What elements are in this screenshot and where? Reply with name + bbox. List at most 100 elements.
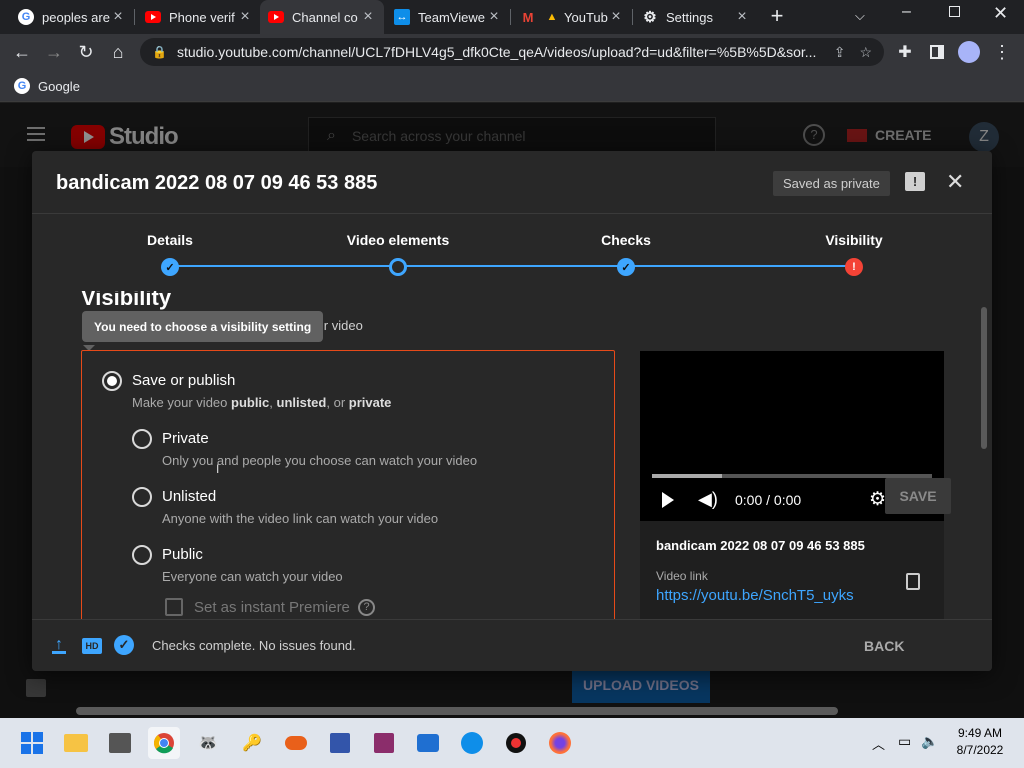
bookmark-google[interactable]: G Google — [14, 78, 80, 94]
restore-icon[interactable] — [949, 6, 960, 17]
firefox-icon[interactable] — [544, 727, 576, 759]
windows-taskbar: 🦝 🔑 ︿ ▭ 🔈 9:49 AM 8/7/2022 — [0, 718, 1024, 768]
feedback-alert-icon[interactable]: ! — [905, 172, 925, 191]
share-icon[interactable]: ⇪ — [834, 44, 846, 61]
video-link[interactable]: https://youtu.be/SnchT5_uyks — [656, 587, 854, 604]
gear-icon: ⚙ — [643, 9, 657, 26]
close-window-icon[interactable]: ✕ — [993, 3, 1008, 24]
browser-tab[interactable]: ⚙ Settings × — [634, 0, 758, 34]
help-icon[interactable]: ? — [358, 599, 375, 616]
step-details-label[interactable]: Details — [147, 232, 193, 248]
upload-stepper: Details Video elements Checks Visibility… — [32, 213, 992, 283]
unlisted-label: Unlisted — [162, 488, 217, 505]
error-icon[interactable]: ! — [845, 258, 863, 276]
display-icon[interactable]: ▭ — [898, 733, 911, 750]
volume-icon[interactable]: 🔈 — [921, 733, 938, 750]
close-tab-icon[interactable]: × — [734, 8, 750, 26]
store-icon[interactable] — [104, 727, 136, 759]
scrollbar[interactable] — [981, 307, 987, 449]
home-icon[interactable]: ⌂ — [106, 40, 130, 64]
tab-title: YouTub — [564, 9, 608, 25]
visibility-title: Visibility — [81, 285, 172, 310]
video-link-label: Video link — [656, 569, 708, 583]
new-tab-button[interactable]: + — [765, 5, 789, 29]
clock-date[interactable]: 8/7/2022 — [948, 743, 1012, 757]
save-or-publish-radio[interactable] — [102, 371, 122, 391]
browser-tab-active[interactable]: Channel co × — [260, 0, 384, 34]
public-radio[interactable] — [132, 545, 152, 565]
tab-title: Phone verif — [169, 9, 235, 25]
tab-title: TeamViewe — [418, 9, 485, 25]
teamviewer-icon[interactable] — [456, 727, 488, 759]
text-cursor-icon: I — [216, 462, 220, 476]
video-editor-icon[interactable] — [412, 727, 444, 759]
visibility-options-box: Save or publish Make your video public, … — [81, 350, 615, 619]
save-button[interactable]: SAVE — [885, 478, 951, 514]
forward-arrow-icon[interactable]: → — [42, 40, 66, 64]
volume-icon[interactable]: ◀) — [698, 489, 718, 510]
check-icon[interactable]: ✓ — [161, 258, 179, 276]
unlisted-radio[interactable] — [132, 487, 152, 507]
close-icon[interactable]: ✕ — [946, 169, 964, 195]
save-disk-icon[interactable] — [324, 727, 356, 759]
check-icon[interactable]: ✓ — [617, 258, 635, 276]
gear-icon[interactable]: ⚙ — [869, 488, 886, 511]
show-hidden-icons-icon[interactable]: ︿ — [872, 734, 885, 753]
menu-kebab-icon[interactable]: ⋮ — [990, 40, 1014, 64]
tooltip: You need to choose a visibility setting — [82, 311, 324, 342]
tab-title: peoples are — [42, 9, 110, 25]
dialog-title: bandicam 2022 08 07 09 46 53 885 — [56, 172, 378, 194]
close-tab-icon[interactable]: × — [608, 8, 624, 26]
copy-icon[interactable] — [906, 573, 920, 590]
private-label: Private — [162, 430, 209, 447]
upload-dialog: bandicam 2022 08 07 09 46 53 885 Saved a… — [32, 151, 992, 671]
browser-tab[interactable]: G peoples are × — [10, 0, 134, 34]
record-icon[interactable] — [500, 727, 532, 759]
browser-tab[interactable]: ↔ TeamViewe × — [386, 0, 510, 34]
file-explorer-icon[interactable] — [60, 727, 92, 759]
bandicam-app-icon[interactable] — [280, 727, 312, 759]
reload-icon[interactable]: ↻ — [74, 40, 98, 64]
close-tab-icon[interactable]: × — [360, 8, 376, 26]
keys-app-icon[interactable]: 🔑 — [236, 727, 268, 759]
step-checks-label[interactable]: Checks — [601, 232, 651, 248]
close-tab-icon[interactable]: × — [486, 8, 502, 26]
back-arrow-icon[interactable]: ← — [10, 40, 34, 64]
upload-icon: ↑ — [52, 637, 66, 654]
back-button[interactable]: BACK — [864, 638, 904, 654]
youtube-icon — [145, 9, 161, 25]
page-scrollbar[interactable] — [76, 707, 838, 715]
unlisted-desc: Anyone with the video link can watch you… — [162, 511, 439, 526]
tab-title: Channel co — [292, 9, 358, 25]
tab-title: Settings — [666, 9, 713, 25]
bookmark-star-icon[interactable]: ☆ — [859, 44, 872, 61]
close-tab-icon[interactable]: × — [110, 8, 126, 26]
step-current-dot[interactable] — [389, 258, 407, 276]
close-tab-icon[interactable]: × — [237, 8, 253, 26]
step-video-elements-label[interactable]: Video elements — [347, 232, 449, 248]
preview-title: bandicam 2022 08 07 09 46 53 885 — [656, 538, 865, 553]
chrome-icon[interactable] — [148, 727, 180, 759]
footer-status: Checks complete. No issues found. — [152, 638, 356, 653]
browser-tab[interactable]: Phone verif × — [137, 0, 261, 34]
winrar-icon[interactable] — [368, 727, 400, 759]
premiere-label: Set as instant Premiere — [194, 599, 350, 616]
saved-status-badge: Saved as private — [773, 171, 890, 196]
profile-avatar[interactable] — [957, 40, 981, 64]
side-panel-icon[interactable] — [925, 40, 949, 64]
premiere-checkbox[interactable] — [165, 598, 183, 616]
private-radio[interactable] — [132, 429, 152, 449]
url-text: studio.youtube.com/channel/UCL7fDHLV4g5_… — [176, 44, 817, 60]
step-visibility-label[interactable]: Visibility — [825, 232, 882, 248]
drive-icon: ▲ — [546, 11, 558, 23]
youtube-icon — [268, 9, 284, 25]
raccoon-app-icon[interactable]: 🦝 — [192, 727, 224, 759]
browser-tab[interactable]: M ▲ YouTub × — [512, 0, 632, 34]
extensions-icon[interactable]: ✚ — [893, 40, 917, 64]
play-icon[interactable] — [662, 492, 674, 508]
tab-search-icon[interactable]: ⌵ — [855, 8, 865, 24]
address-bar[interactable]: 🔒 studio.youtube.com/channel/UCL7fDHLV4g… — [140, 38, 884, 66]
minimize-icon[interactable]: – — [902, 3, 911, 21]
clock-time[interactable]: 9:49 AM — [948, 726, 1012, 740]
start-windows-icon[interactable] — [16, 727, 48, 759]
